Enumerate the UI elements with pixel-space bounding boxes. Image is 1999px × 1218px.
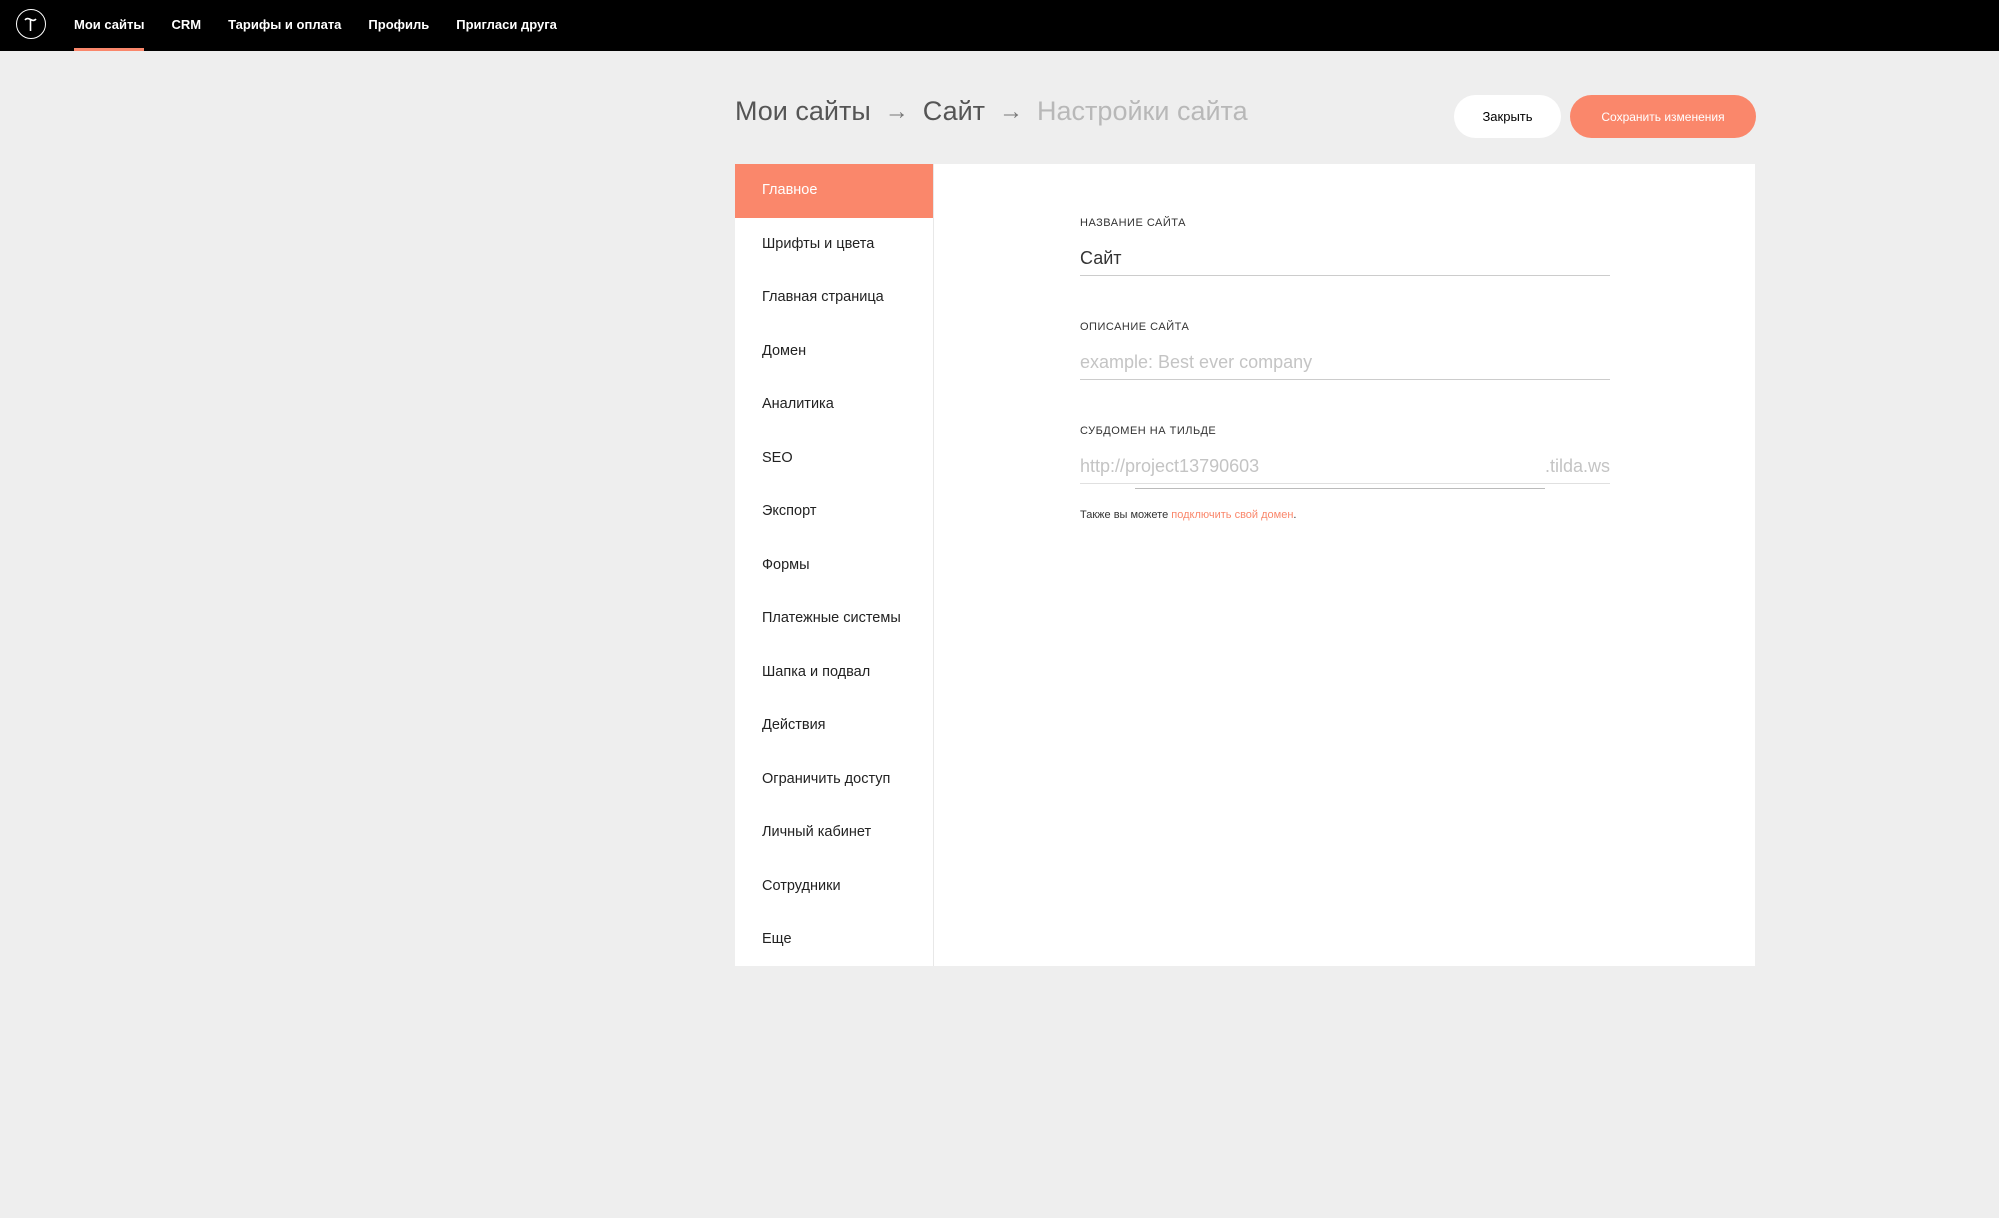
subdomain-label: СУБДОМЕН НА ТИЛЬДЕ — [1080, 425, 1217, 437]
sidebar-item-fonts-colors[interactable]: Шрифты и цвета — [735, 218, 933, 272]
sidebar-item-main[interactable]: Главное — [735, 164, 933, 218]
nav-profile[interactable]: Профиль — [368, 0, 429, 51]
sidebar-item-domain[interactable]: Домен — [735, 325, 933, 379]
nav-my-sites[interactable]: Мои сайты — [74, 0, 145, 51]
settings-sidebar: Главное Шрифты и цвета Главная страница … — [735, 164, 934, 966]
sidebar-item-export[interactable]: Экспорт — [735, 485, 933, 539]
breadcrumb-arrow-icon: → — [884, 97, 909, 125]
subdomain-suffix: .tilda.ws — [1545, 456, 1611, 476]
sidebar-item-actions[interactable]: Действия — [735, 699, 933, 753]
site-name-label: НАЗВАНИЕ САЙТА — [1080, 217, 1186, 229]
nav-plans-billing[interactable]: Тарифы и оплата — [228, 0, 341, 51]
sidebar-item-seo[interactable]: SEO — [735, 432, 933, 486]
tilda-logo-icon[interactable] — [16, 9, 46, 39]
sidebar-item-personal-account[interactable]: Личный кабинет — [735, 806, 933, 860]
save-changes-button[interactable]: Сохранить изменения — [1570, 95, 1756, 138]
sidebar-item-payment-systems[interactable]: Платежные системы — [735, 592, 933, 646]
breadcrumb-my-sites[interactable]: Мои сайты — [735, 96, 871, 127]
breadcrumb-arrow-icon: → — [999, 97, 1024, 125]
domain-hint-end: . — [1293, 509, 1297, 521]
sidebar-item-more[interactable]: Еще — [735, 913, 933, 967]
close-button[interactable]: Закрыть — [1454, 95, 1561, 138]
sidebar-item-staff[interactable]: Сотрудники — [735, 860, 933, 914]
breadcrumb-site[interactable]: Сайт — [923, 96, 985, 127]
subdomain-input[interactable] — [1080, 449, 1610, 484]
connect-domain-link[interactable]: подключить свой домен — [1171, 509, 1293, 521]
sidebar-item-analytics[interactable]: Аналитика — [735, 378, 933, 432]
domain-hint-text: Также вы можете — [1080, 509, 1169, 521]
site-description-label: ОПИСАНИЕ САЙТА — [1080, 321, 1190, 333]
sidebar-item-header-footer[interactable]: Шапка и подвал — [735, 646, 933, 700]
main-nav: Мои сайты CRM Тарифы и оплата Профиль Пр… — [74, 0, 584, 51]
nav-invite-friend[interactable]: Пригласи друга — [456, 0, 557, 51]
breadcrumb-current: Настройки сайта — [1037, 96, 1248, 126]
sidebar-item-forms[interactable]: Формы — [735, 539, 933, 593]
site-name-input[interactable] — [1080, 241, 1610, 276]
subdomain-underline — [1135, 488, 1545, 489]
settings-panel: Главное Шрифты и цвета Главная страница … — [735, 164, 1755, 966]
nav-crm[interactable]: CRM — [171, 0, 201, 51]
sidebar-item-restrict-access[interactable]: Ограничить доступ — [735, 753, 933, 807]
breadcrumb: Мои сайты → Сайт → Настройки сайта — [735, 96, 1248, 127]
site-description-input[interactable] — [1080, 345, 1610, 380]
domain-hint: Также вы можете подключить свой домен. — [1080, 509, 1296, 521]
top-navigation-bar: Мои сайты CRM Тарифы и оплата Профиль Пр… — [0, 0, 1999, 51]
sidebar-item-home-page[interactable]: Главная страница — [735, 271, 933, 325]
